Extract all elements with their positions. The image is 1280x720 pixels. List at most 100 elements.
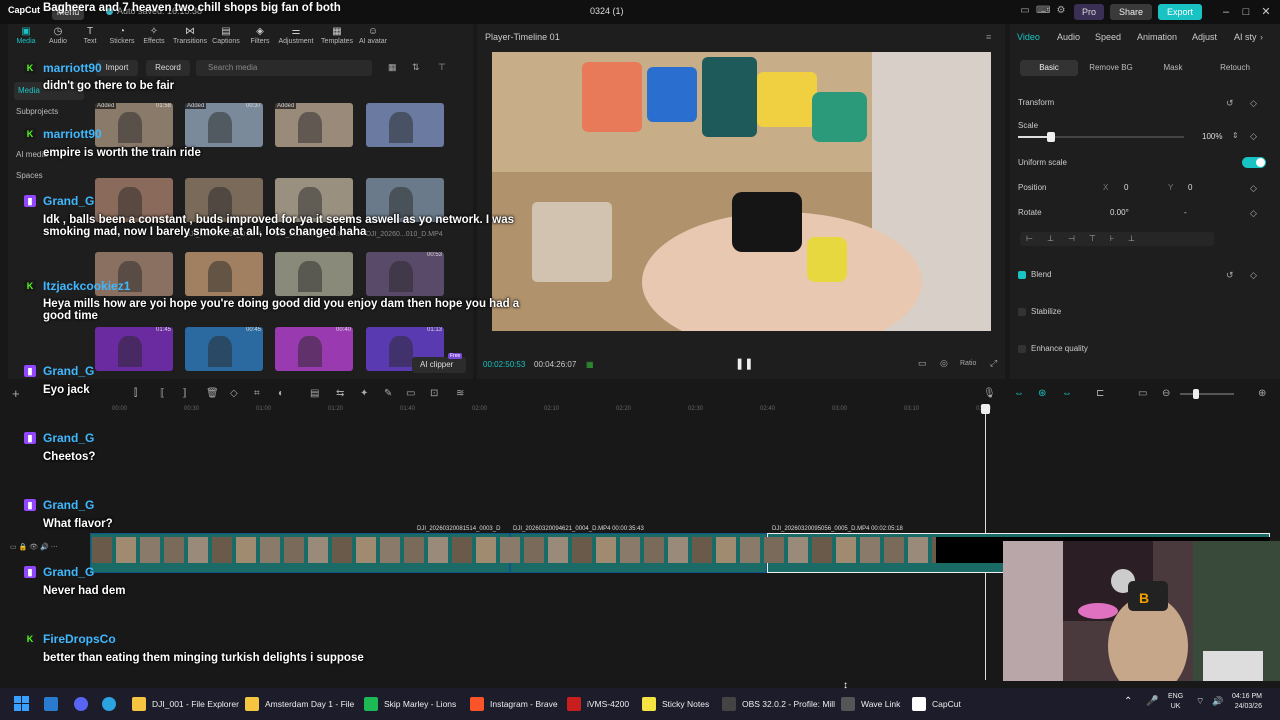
maximize-icon[interactable]: □	[1238, 5, 1254, 19]
taskbar-app-icon[interactable]	[132, 697, 146, 711]
keyframe-icon[interactable]: ◇	[1250, 98, 1257, 109]
taskbar-app-icon[interactable]	[912, 697, 926, 711]
media-thumbnail[interactable]	[185, 252, 263, 296]
sidebar-item-subprojects[interactable]: Subprojects	[16, 103, 86, 121]
media-thumbnail[interactable]: Added 00:37	[185, 103, 263, 147]
reverse-icon[interactable]: ⇆	[336, 388, 344, 399]
windows-start-icon[interactable]	[14, 696, 29, 711]
language-indicator[interactable]: ENG UK	[1168, 692, 1183, 712]
taskbar-app-icon[interactable]	[642, 697, 656, 711]
rotate-input[interactable]: 0.00°	[1110, 208, 1129, 217]
minimize-icon[interactable]: –	[1218, 5, 1234, 19]
taskbar-app-icon[interactable]	[364, 697, 378, 711]
clock[interactable]: 04:16 PM 24/03/26	[1232, 692, 1262, 712]
split-left-icon[interactable]: ⟦	[160, 388, 165, 399]
preview-axis-icon[interactable]: ⇔	[1062, 388, 1072, 399]
scale-slider-handle[interactable]	[1047, 132, 1056, 142]
pause-button[interactable]: ❚❚	[735, 357, 753, 371]
taskbar-app-icon[interactable]	[470, 697, 484, 711]
subtab-retouch[interactable]: Retouch	[1208, 60, 1262, 76]
keyframe-icon[interactable]: ◇	[1250, 270, 1257, 281]
network-icon[interactable]: ⌔	[1196, 696, 1204, 707]
telegram-icon[interactable]	[102, 697, 116, 711]
split-view-icon[interactable]: ⊏	[1096, 388, 1104, 399]
project-title[interactable]: 0324 (1)	[590, 6, 624, 16]
tool-ai-avatar[interactable]: ☺ AI avatar	[355, 26, 391, 52]
zoom-out-icon[interactable]: ⊖	[1162, 388, 1170, 399]
tool-effects[interactable]: ✧ Effects	[136, 26, 172, 52]
subtab-mask[interactable]: Mask	[1146, 60, 1200, 76]
chevron-right-icon[interactable]: ›	[1260, 32, 1263, 42]
media-thumbnail[interactable]	[366, 103, 444, 147]
media-thumbnail[interactable]: 00:45	[185, 327, 263, 371]
split-icon[interactable]: ⫿	[134, 388, 137, 399]
enhance-quality-label[interactable]: Enhance quality	[1031, 344, 1088, 353]
tab-audio[interactable]: Audio	[1057, 32, 1080, 42]
microphone-icon[interactable]: 🎙	[983, 388, 996, 399]
stabilize-label[interactable]: Stabilize	[1031, 307, 1061, 316]
reset-icon[interactable]: ↺	[1226, 270, 1234, 281]
fullres-icon[interactable]: ▭	[918, 358, 927, 369]
sidebar-item-spaces[interactable]: Spaces	[16, 167, 86, 185]
frames-icon[interactable]: ▦	[586, 360, 594, 369]
tab-speed[interactable]: Speed	[1095, 32, 1121, 42]
tab-ai-style[interactable]: AI sty	[1234, 32, 1257, 42]
gear-icon[interactable]: ⚙	[1054, 4, 1068, 18]
taskbar-item[interactable]: Skip Marley - Lions	[384, 688, 456, 720]
close-icon[interactable]: ✕	[1258, 5, 1274, 19]
resize-icon[interactable]: ⊡	[430, 388, 438, 399]
shield-icon[interactable]: ◇	[230, 388, 238, 399]
video-preview[interactable]	[492, 52, 991, 331]
taskbar-item[interactable]: Sticky Notes	[662, 688, 709, 720]
snapshot-icon[interactable]: ◎	[940, 358, 948, 369]
position-y-input[interactable]: 0	[1188, 183, 1192, 192]
tool-text[interactable]: T Text	[72, 26, 108, 52]
chevron-up-icon[interactable]: ⌃	[1124, 696, 1132, 707]
enhance-checkbox[interactable]	[1018, 345, 1026, 353]
volume-icon[interactable]: 🔊	[1212, 696, 1223, 707]
record-button[interactable]: Record	[146, 60, 190, 76]
magic-icon[interactable]: ✎	[384, 388, 392, 399]
link-icon[interactable]: ⇔	[1014, 388, 1024, 399]
search-media-input[interactable]: Search media	[196, 60, 372, 76]
taskbar-app-icon[interactable]	[722, 697, 736, 711]
media-thumbnail[interactable]: Added	[275, 103, 353, 147]
taskbar-item[interactable]: Wave Link	[861, 688, 900, 720]
crop-icon[interactable]: ⌗	[254, 388, 260, 399]
subtab-basic[interactable]: Basic	[1020, 60, 1078, 76]
keyboard-icon[interactable]: ⌨	[1036, 4, 1050, 18]
fullscreen-icon[interactable]: ⤢	[990, 358, 997, 369]
tool-filters[interactable]: ◈ Filters	[242, 26, 278, 52]
import-button[interactable]: Import	[96, 60, 138, 76]
sort-icon[interactable]: ⇅	[412, 62, 420, 73]
keyframe-icon[interactable]: ◇	[1250, 208, 1257, 219]
caption-track-icon[interactable]: ▭	[1138, 388, 1147, 399]
delete-icon[interactable]: 🗑	[206, 388, 219, 399]
share-button[interactable]: Share	[1110, 4, 1152, 20]
keyframe-icon[interactable]: ◇	[1250, 131, 1257, 142]
tool-captions[interactable]: ▤ Captions	[208, 26, 244, 52]
filter-icon[interactable]: ⊤	[438, 62, 446, 73]
blend-checkbox[interactable]	[1018, 271, 1026, 279]
player-menu-icon[interactable]: ≡	[986, 32, 991, 42]
audio-wave-icon[interactable]: ≋	[456, 388, 464, 399]
blend-label[interactable]: Blend	[1031, 270, 1051, 279]
playhead-handle[interactable]	[981, 404, 990, 414]
stabilize-checkbox[interactable]	[1018, 308, 1026, 316]
tool-stickers[interactable]: ◔ Stickers	[104, 26, 140, 52]
ai-clipper-button[interactable]: AI clipper	[412, 357, 466, 373]
tool-media[interactable]: ▣ Media	[8, 26, 44, 52]
add-track-icon[interactable]: +	[12, 386, 20, 401]
zoom-slider-handle[interactable]	[1193, 389, 1199, 399]
track-controls[interactable]: ▭ 🔒 👁 🔊 ⋯	[10, 543, 58, 551]
taskbar-item[interactable]: DJI_001 - File Explorer	[152, 688, 239, 720]
vscode-icon[interactable]	[44, 697, 58, 711]
taskbar-app-icon[interactable]	[841, 697, 855, 711]
rotate-dash[interactable]: -	[1184, 208, 1187, 217]
tool-audio[interactable]: ◷ Audio	[40, 26, 76, 52]
ratio-button[interactable]: Ratio	[960, 360, 976, 367]
discord-icon[interactable]	[74, 697, 88, 711]
caption-icon[interactable]: ▭	[406, 388, 415, 399]
grid-view-icon[interactable]: ▦	[388, 62, 397, 73]
split-right-icon[interactable]: ⟧	[182, 388, 187, 399]
